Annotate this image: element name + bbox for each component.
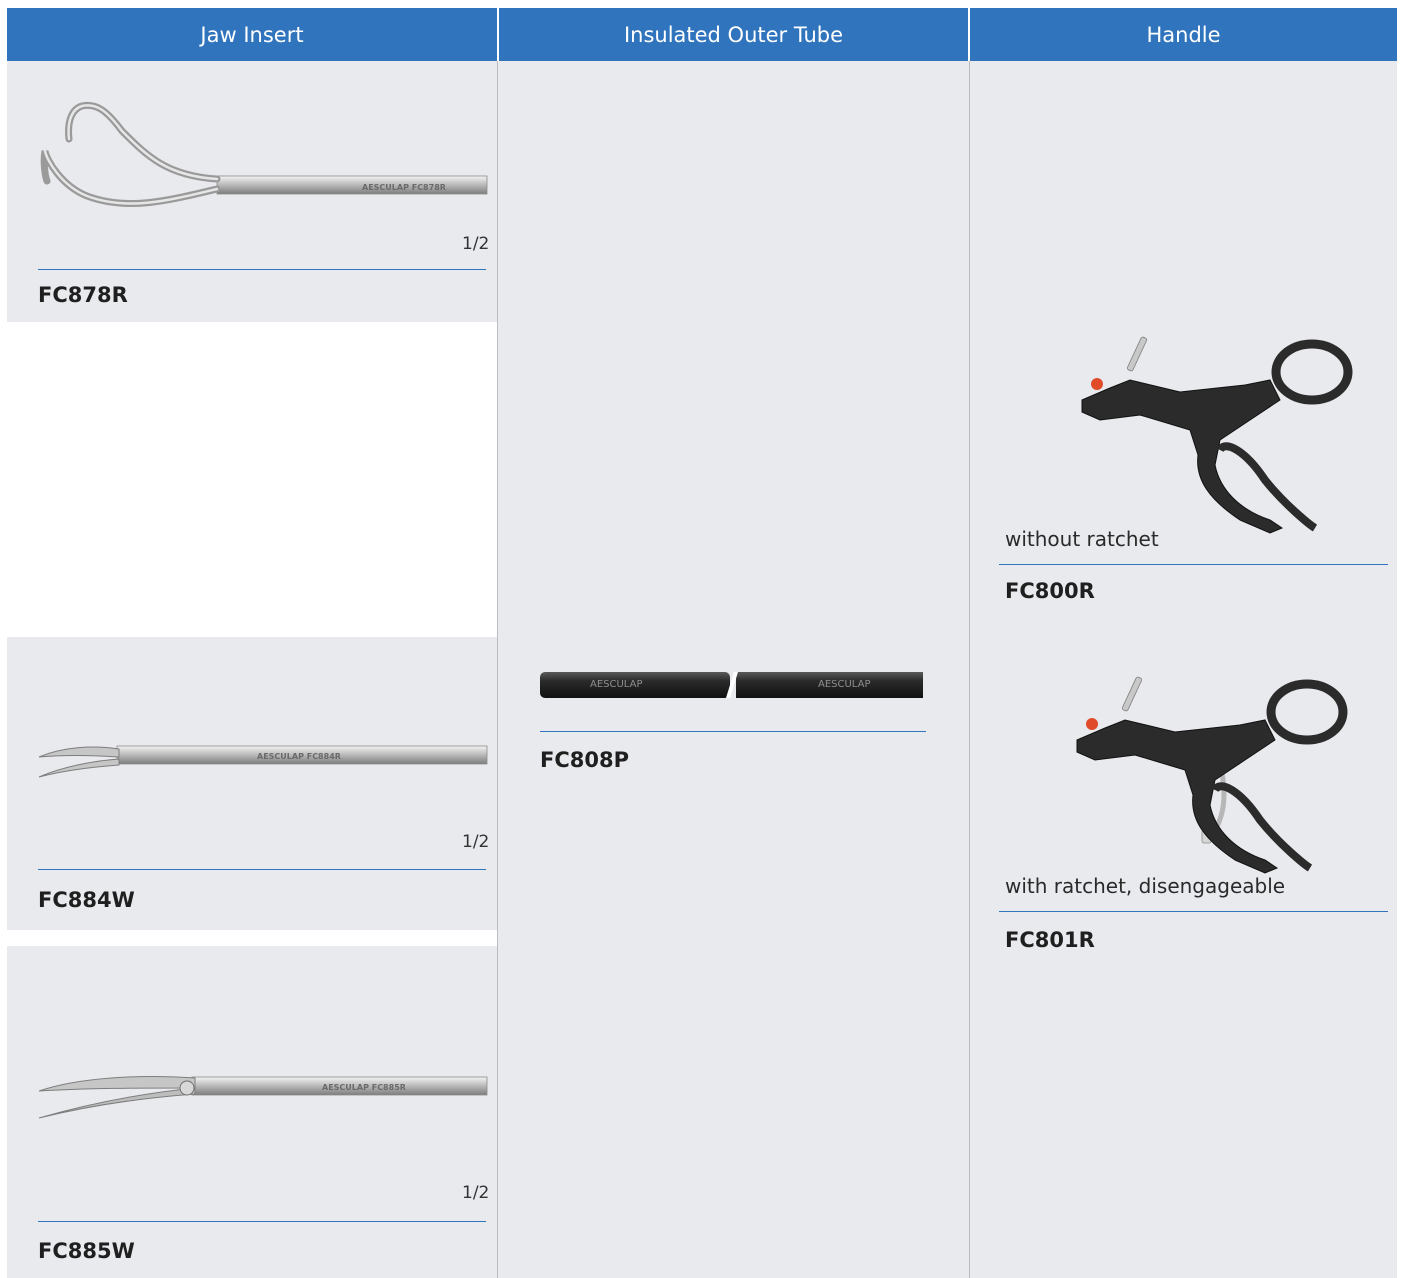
separator-rule (540, 731, 926, 732)
product-card-fc808p[interactable]: AESCULAP AESCULAP FC808P (498, 640, 969, 790)
product-code: FC808P (540, 748, 629, 772)
header-handle: Handle (970, 8, 1397, 61)
svg-text:AESCULAP: AESCULAP (818, 679, 870, 690)
header-outer-tube: Insulated Outer Tube (499, 8, 968, 61)
svg-text:AESCULAP FC878R: AESCULAP FC878R (362, 183, 446, 192)
scale-label: 1/2 (462, 234, 490, 254)
product-code: FC884W (38, 888, 135, 912)
header-jaw-insert: Jaw Insert (7, 8, 497, 61)
svg-text:AESCULAP FC884R: AESCULAP FC884R (257, 752, 341, 761)
separator-rule (38, 1221, 486, 1222)
hook-jaw-insert-image: AESCULAP FC878R (40, 101, 488, 208)
handle-without-ratchet-image (1081, 336, 1353, 534)
handle-with-ratchet-image (1076, 676, 1348, 874)
product-card-fc878r[interactable]: AESCULAP FC878R 1/2 FC878R (7, 61, 497, 322)
scissors-jaw-insert-image: AESCULAP FC885R (38, 1076, 488, 1119)
separator-rule (999, 911, 1388, 912)
outer-tube-image: AESCULAP AESCULAP (540, 672, 923, 698)
svg-text:AESCULAP FC885R: AESCULAP FC885R (322, 1083, 406, 1092)
product-code: FC885W (38, 1239, 135, 1263)
scale-label: 1/2 (462, 1183, 490, 1203)
product-card-fc885w[interactable]: AESCULAP FC885R 1/2 FC885W (7, 946, 497, 1278)
separator-rule (999, 564, 1388, 565)
product-card-fc800r[interactable]: without ratchet FC800R (970, 320, 1397, 610)
separator-rule (38, 869, 486, 870)
scale-label: 1/2 (462, 832, 490, 852)
product-code: FC800R (1005, 579, 1095, 603)
product-code: FC801R (1005, 928, 1095, 952)
svg-text:AESCULAP: AESCULAP (590, 679, 642, 690)
separator-rule (38, 269, 486, 270)
handle-description: without ratchet (1005, 527, 1159, 551)
product-card-fc801r[interactable]: with ratchet, disengageable FC801R (970, 665, 1397, 965)
product-card-fc884w[interactable]: AESCULAP FC884R 1/2 FC884W (7, 637, 497, 930)
product-code: FC878R (38, 283, 128, 307)
handle-description: with ratchet, disengageable (1005, 874, 1286, 898)
curved-jaw-insert-image: AESCULAP FC884R (38, 745, 488, 778)
